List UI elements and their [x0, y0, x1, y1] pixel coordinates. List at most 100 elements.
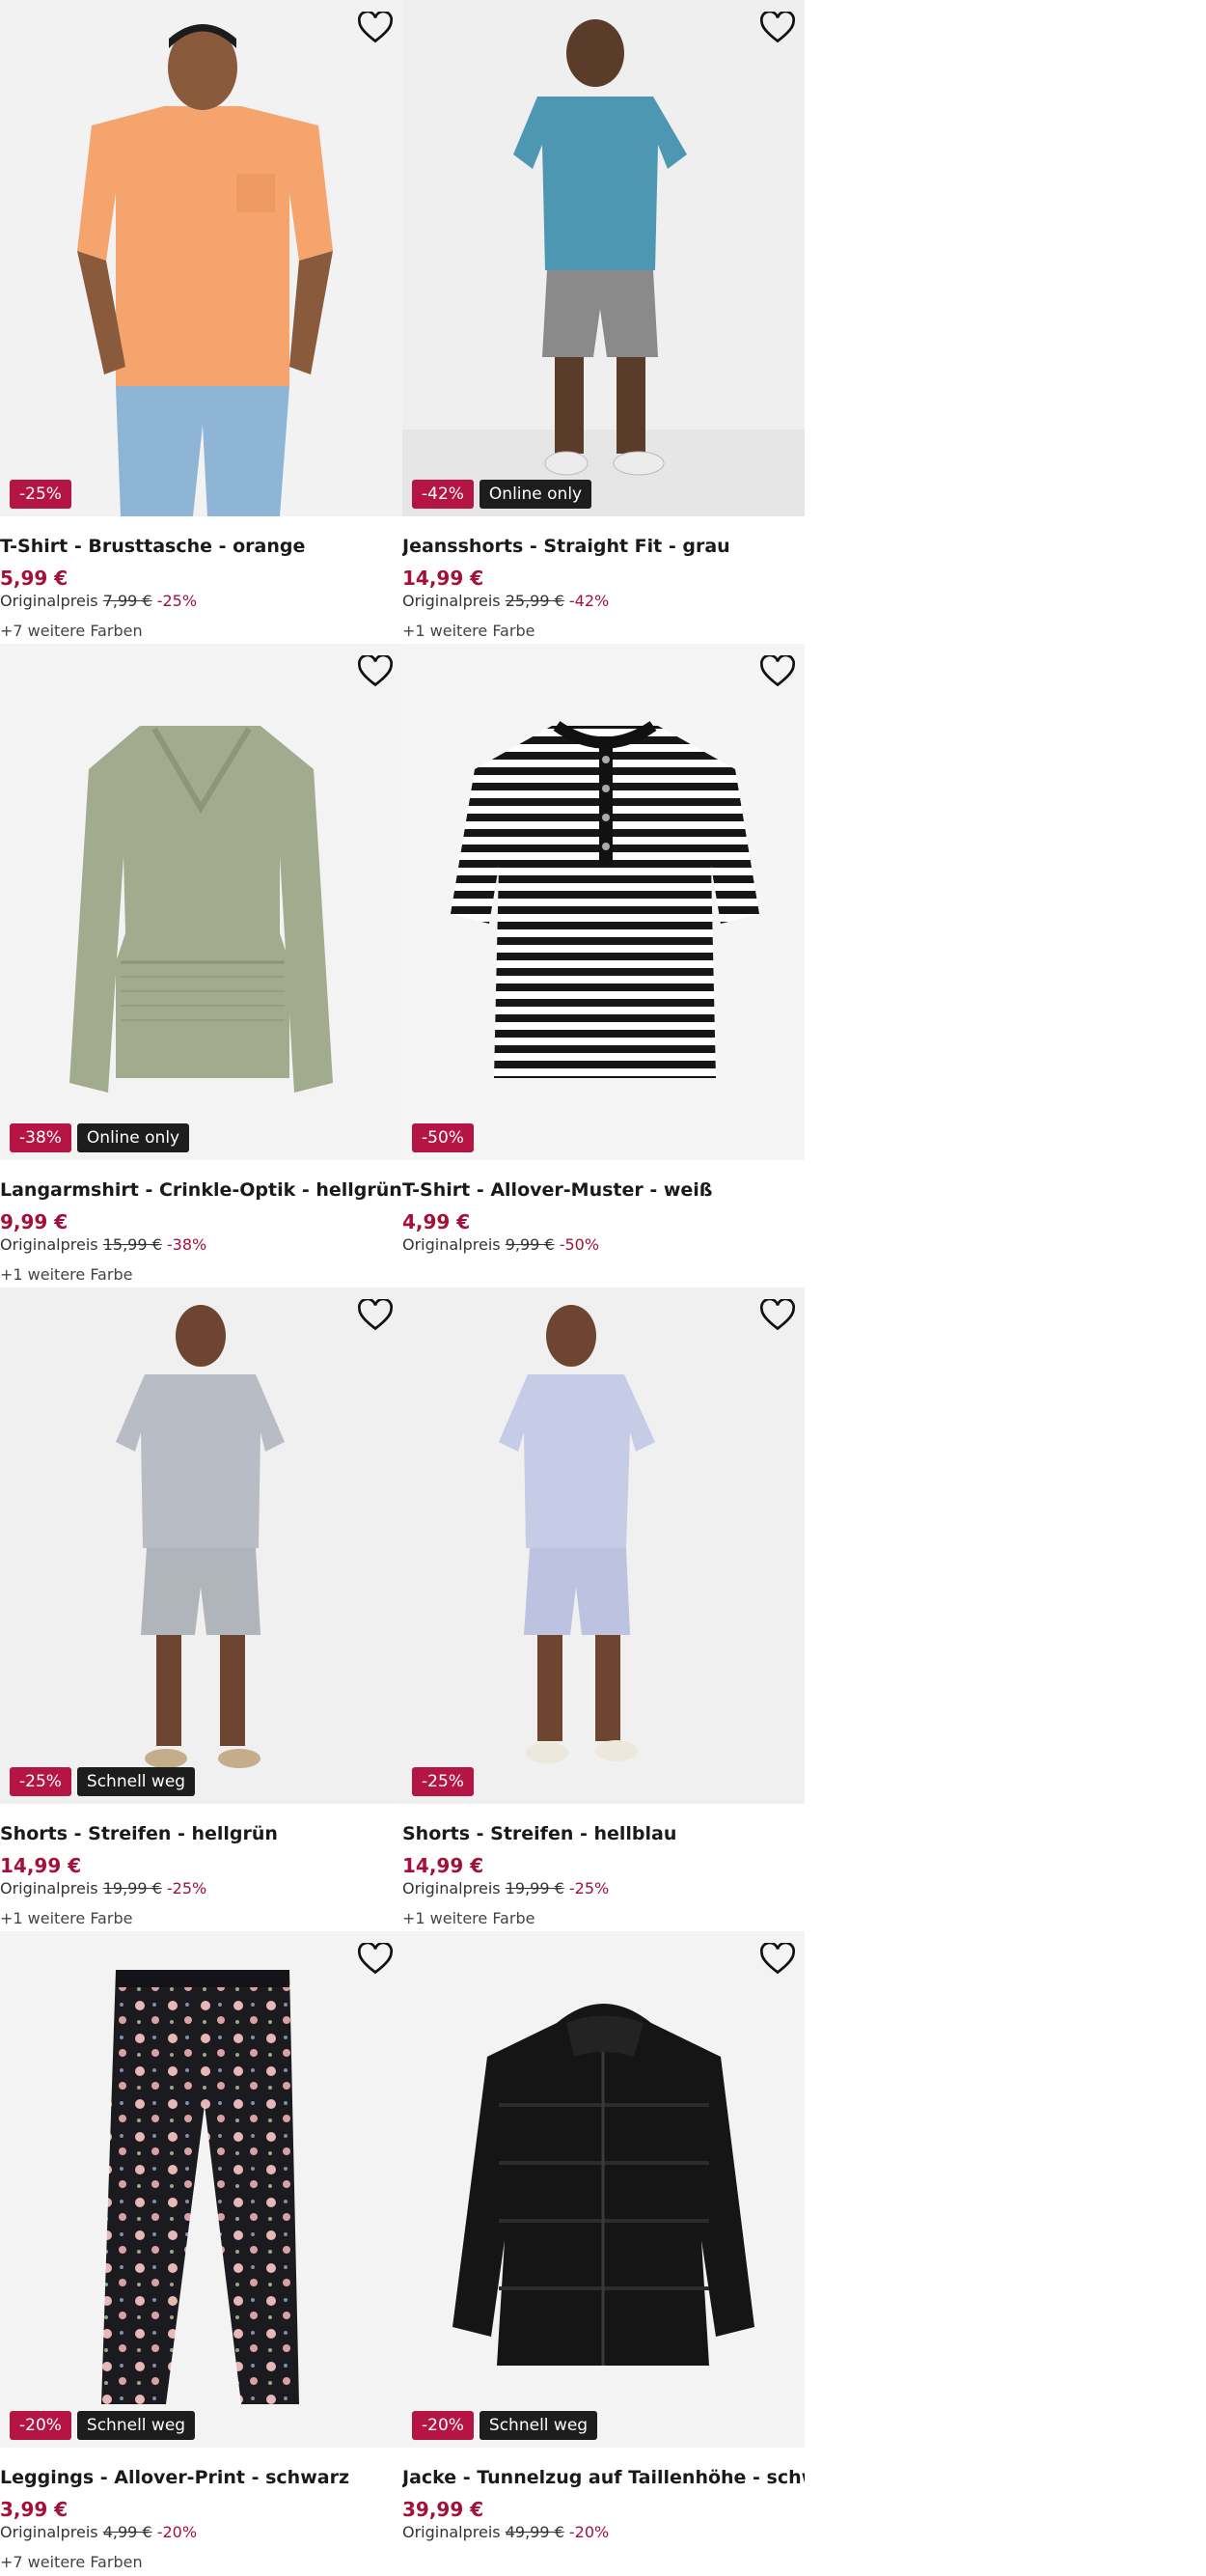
discount-badge: -25% [10, 1767, 71, 1796]
product-card[interactable]: -42% Online only Jeansshorts - Straight … [402, 0, 805, 644]
man-striped-set-image [0, 1288, 402, 1804]
product-price: 4,99 € [402, 1210, 471, 1233]
product-title[interactable]: Shorts - Streifen - hellblau [402, 1821, 805, 1846]
more-colors[interactable]: +7 weitere Farben [0, 620, 402, 643]
more-colors[interactable]: +1 weitere Farbe [402, 620, 805, 643]
product-info: T-Shirt - Brusttasche - orange 5,99 € Or… [0, 534, 402, 643]
online-only-badge: Online only [479, 480, 592, 509]
discount-percent: -38% [166, 1235, 207, 1254]
product-price: 3,99 € [0, 2498, 69, 2521]
discount-badge: -20% [10, 2411, 71, 2440]
original-price-label: Originalpreis [0, 592, 98, 610]
product-price: 14,99 € [0, 1854, 82, 1877]
schnell-weg-badge: Schnell weg [479, 2411, 598, 2440]
product-title[interactable]: Leggings - Allover-Print - schwarz [0, 2465, 402, 2490]
original-price-label: Originalpreis [0, 1879, 98, 1897]
product-title[interactable]: Langarmshirt - Crinkle-Optik - hellgrün [0, 1177, 402, 1203]
original-price-label: Originalpreis [0, 1235, 98, 1254]
product-info: T-Shirt - Allover-Muster - weiß 4,99 € O… [402, 1177, 805, 1287]
product-card[interactable]: -25% Shorts - Streifen - hellblau 14,99 … [402, 1288, 805, 1931]
original-price-line: Originalpreis 19,99 € -25% [402, 1877, 805, 1900]
more-colors[interactable]: +1 weitere Farbe [0, 1263, 402, 1287]
more-colors[interactable] [402, 2551, 805, 2574]
original-price-line: Originalpreis 4,99 € -20% [0, 2521, 402, 2544]
product-title[interactable]: T-Shirt - Brusttasche - orange [0, 534, 402, 559]
heart-outline-icon[interactable] [760, 1943, 795, 1976]
original-price-line: Originalpreis 25,99 € -42% [402, 590, 805, 613]
original-price: 15,99 € [102, 1235, 162, 1254]
original-price: 19,99 € [102, 1879, 162, 1897]
discount-percent: -20% [156, 2523, 198, 2541]
more-colors[interactable] [402, 1263, 805, 1287]
discount-percent: -25% [166, 1879, 207, 1897]
original-price-line: Originalpreis 49,99 € -20% [402, 2521, 805, 2544]
product-info: Langarmshirt - Crinkle-Optik - hellgrün … [0, 1177, 402, 1287]
heart-outline-icon[interactable] [760, 1299, 795, 1332]
product-title[interactable]: Shorts - Streifen - hellgrün [0, 1821, 402, 1846]
product-image[interactable]: -50% [402, 644, 805, 1160]
more-colors[interactable]: +7 weitere Farben [0, 2551, 402, 2574]
product-title[interactable]: Jeansshorts - Straight Fit - grau [402, 534, 805, 559]
original-price-label: Originalpreis [402, 592, 501, 610]
product-image[interactable]: -25% [402, 1288, 805, 1804]
badge-row: -20% Schnell weg [10, 2411, 196, 2440]
original-price-label: Originalpreis [0, 2523, 98, 2541]
heart-outline-icon[interactable] [760, 12, 795, 44]
heart-outline-icon[interactable] [358, 1299, 393, 1332]
heart-outline-icon[interactable] [358, 12, 393, 44]
product-image[interactable]: -25% [0, 0, 402, 516]
original-price-label: Originalpreis [402, 2523, 501, 2541]
product-info: Shorts - Streifen - hellblau 14,99 € Ori… [402, 1821, 805, 1930]
product-price: 5,99 € [0, 567, 69, 590]
badge-row: -25% [412, 1767, 474, 1796]
product-info: Shorts - Streifen - hellgrün 14,99 € Ori… [0, 1821, 402, 1930]
product-info: Jeansshorts - Straight Fit - grau 14,99 … [402, 534, 805, 643]
discount-badge: -42% [412, 480, 474, 509]
product-title[interactable]: Jacke - Tunnelzug auf Taillenhöhe - schw… [402, 2465, 805, 2490]
heart-outline-icon[interactable] [760, 655, 795, 688]
heart-outline-icon[interactable] [358, 655, 393, 688]
schnell-weg-badge: Schnell weg [76, 1767, 196, 1796]
man-orange-tshirt-image [0, 0, 402, 516]
product-image[interactable]: -20% Schnell weg [402, 1931, 805, 2448]
original-price: 4,99 € [102, 2523, 152, 2541]
product-card[interactable]: -20% Schnell weg Jacke - Tunnelzug auf T… [402, 1931, 805, 2575]
more-colors[interactable]: +1 weitere Farbe [0, 1907, 402, 1930]
heart-outline-icon[interactable] [358, 1943, 393, 1976]
discount-badge: -38% [10, 1123, 71, 1152]
product-price: 9,99 € [0, 1210, 69, 1233]
man-grey-shorts-image [402, 0, 805, 516]
black-puffer-jacket-image [402, 1931, 805, 2448]
product-card[interactable]: -25% Schnell weg Shorts - Streifen - hel… [0, 1288, 402, 1931]
badge-row: -25% Schnell weg [10, 1767, 196, 1796]
discount-percent: -50% [559, 1235, 600, 1254]
original-price: 7,99 € [102, 592, 152, 610]
discount-badge: -50% [412, 1123, 474, 1152]
badge-row: -38% Online only [10, 1123, 190, 1152]
original-price-line: Originalpreis 9,99 € -50% [402, 1233, 805, 1257]
product-card[interactable]: -38% Online only Langarmshirt - Crinkle-… [0, 644, 402, 1288]
badge-row: -50% [412, 1123, 474, 1152]
more-colors[interactable]: +1 weitere Farbe [402, 1907, 805, 1930]
original-price-line: Originalpreis 15,99 € -38% [0, 1233, 402, 1257]
product-card[interactable]: -20% Schnell weg Leggings - Allover-Prin… [0, 1931, 402, 2575]
product-price: 14,99 € [402, 567, 484, 590]
discount-percent: -42% [568, 592, 610, 610]
discount-percent: -20% [568, 2523, 610, 2541]
product-image[interactable]: -42% Online only [402, 0, 805, 516]
original-price: 25,99 € [505, 592, 564, 610]
original-price-label: Originalpreis [402, 1235, 501, 1254]
product-image[interactable]: -25% Schnell weg [0, 1288, 402, 1804]
product-price: 39,99 € [402, 2498, 484, 2521]
floral-leggings-image [0, 1931, 402, 2448]
product-image[interactable]: -38% Online only [0, 644, 402, 1160]
original-price: 9,99 € [505, 1235, 555, 1254]
product-card[interactable]: -25% T-Shirt - Brusttasche - orange 5,99… [0, 0, 402, 644]
green-longsleeve-image [0, 644, 402, 1160]
product-info: Leggings - Allover-Print - schwarz 3,99 … [0, 2465, 402, 2574]
product-card[interactable]: -50% T-Shirt - Allover-Muster - weiß 4,9… [402, 644, 805, 1288]
product-title[interactable]: T-Shirt - Allover-Muster - weiß [402, 1177, 805, 1203]
online-only-badge: Online only [76, 1123, 190, 1152]
product-image[interactable]: -20% Schnell weg [0, 1931, 402, 2448]
original-price: 19,99 € [505, 1879, 564, 1897]
